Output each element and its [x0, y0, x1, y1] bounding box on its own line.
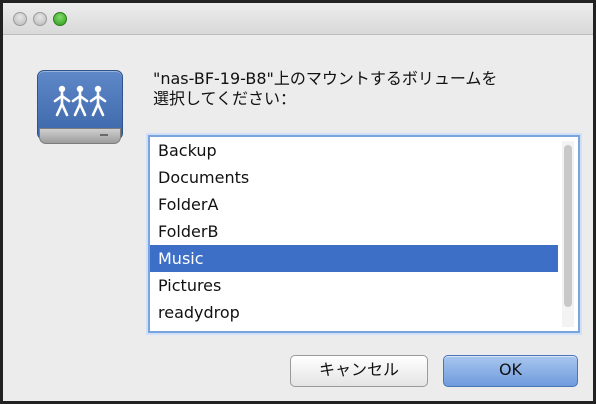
volume-list-items: Backup Documents FolderA FolderB Music Pictur… — [150, 137, 558, 326]
volume-item[interactable]: Documents — [150, 164, 558, 191]
prompt-text: "nas-BF-19-B8"上のマウントするボリュームを 選択してください： — [153, 69, 563, 109]
close-button[interactable] — [13, 12, 27, 26]
volume-list[interactable]: Backup Documents FolderA FolderB Music Pictur… — [148, 135, 580, 333]
drive-base — [39, 128, 121, 144]
prompt-line-2: 選択してください： — [153, 89, 297, 108]
volume-item[interactable]: readydrop — [150, 299, 558, 326]
cancel-button[interactable]: キャンセル — [290, 355, 428, 387]
minimize-button[interactable] — [33, 12, 47, 26]
volume-item[interactable]: Pictures — [150, 272, 558, 299]
volume-item[interactable]: Music — [150, 245, 558, 272]
network-drive-icon — [37, 70, 123, 144]
volume-item[interactable]: FolderA — [150, 191, 558, 218]
dialog-content: "nas-BF-19-B8"上のマウントするボリュームを 選択してください： B… — [3, 35, 593, 401]
scrollbar[interactable] — [562, 141, 574, 327]
title-bar — [3, 3, 593, 35]
volume-item[interactable]: FolderB — [150, 218, 558, 245]
people-glyph-icon — [53, 85, 107, 117]
prompt-line-1: "nas-BF-19-B8"上のマウントするボリュームを — [153, 69, 498, 88]
scrollbar-thumb[interactable] — [564, 145, 572, 307]
volume-item[interactable]: Backup — [150, 137, 558, 164]
dialog-window: "nas-BF-19-B8"上のマウントするボリュームを 選択してください： B… — [0, 0, 596, 404]
drive-led — [100, 134, 108, 136]
ok-button[interactable]: OK — [443, 355, 578, 387]
zoom-button[interactable] — [53, 12, 67, 26]
